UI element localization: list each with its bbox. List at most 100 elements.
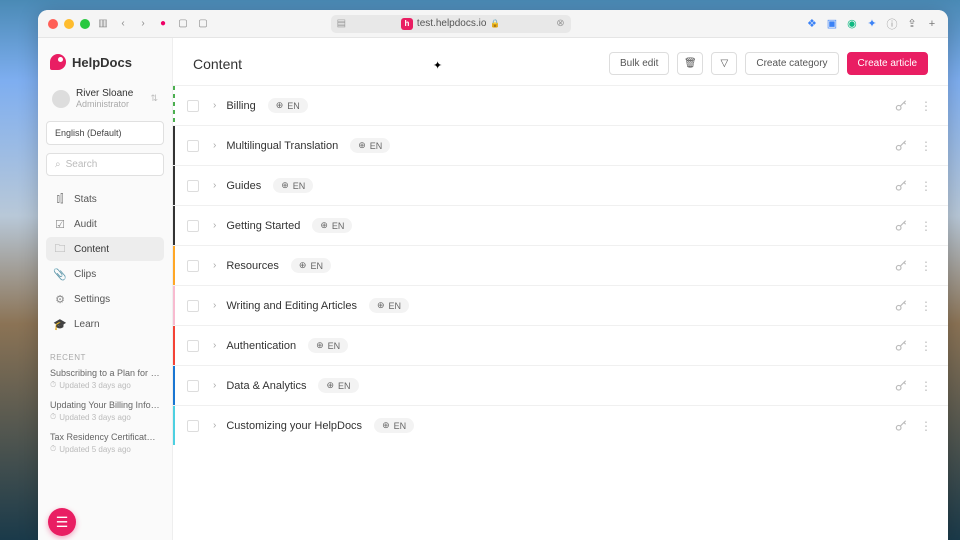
- brand-logo[interactable]: HelpDocs: [38, 46, 172, 84]
- row-checkbox[interactable]: [187, 140, 199, 152]
- category-row[interactable]: › Getting Started ⊕EN ⋮: [173, 205, 948, 245]
- minimize-window-icon[interactable]: [64, 19, 74, 29]
- more-menu-icon[interactable]: ⋮: [920, 299, 932, 313]
- sidebar-toggle-icon[interactable]: ▥: [96, 17, 110, 31]
- bulk-edit-button[interactable]: Bulk edit: [609, 52, 669, 75]
- recent-section: RECENT Subscribing to a Plan for the … ⏱…: [38, 353, 172, 464]
- expand-chevron-icon[interactable]: ›: [213, 180, 216, 191]
- tab-icon[interactable]: ▢: [196, 17, 210, 31]
- ext-icon[interactable]: ◉: [846, 18, 858, 30]
- language-badge[interactable]: ⊕EN: [350, 138, 390, 153]
- create-category-button[interactable]: Create category: [745, 52, 838, 75]
- recent-item[interactable]: Updating Your Billing Informa… ⏱Updated …: [50, 400, 160, 422]
- forward-icon[interactable]: ›: [136, 17, 150, 31]
- more-menu-icon[interactable]: ⋮: [920, 379, 932, 393]
- permissions-icon[interactable]: [894, 299, 908, 313]
- share-icon[interactable]: ⇪: [906, 18, 918, 30]
- permissions-icon[interactable]: [894, 259, 908, 273]
- expand-chevron-icon[interactable]: ›: [213, 340, 216, 351]
- permissions-icon[interactable]: [894, 339, 908, 353]
- row-checkbox[interactable]: [187, 420, 199, 432]
- row-checkbox[interactable]: [187, 260, 199, 272]
- language-badge[interactable]: ⊕EN: [291, 258, 331, 273]
- category-row[interactable]: › Billing ⊕EN ⋮: [173, 85, 948, 125]
- nav-clips[interactable]: 📎Clips: [46, 262, 164, 286]
- nav-content[interactable]: 🗀Content: [46, 237, 164, 261]
- permissions-icon[interactable]: [894, 179, 908, 193]
- recent-meta: ⏱Updated 3 days ago: [50, 412, 160, 422]
- address-bar[interactable]: ▤ h test.helpdocs.io 🔒 ⊗: [331, 15, 571, 33]
- permissions-icon[interactable]: [894, 139, 908, 153]
- expand-chevron-icon[interactable]: ›: [213, 380, 216, 391]
- main-panel: Content Bulk edit 🗑 ▽ Create category Cr…: [173, 38, 948, 540]
- expand-chevron-icon[interactable]: ›: [213, 260, 216, 271]
- more-menu-icon[interactable]: ⋮: [920, 419, 932, 433]
- language-badge[interactable]: ⊕EN: [273, 178, 313, 193]
- clips-icon: 📎: [54, 268, 66, 280]
- new-tab-icon[interactable]: +: [926, 18, 938, 30]
- row-checkbox[interactable]: [187, 380, 199, 392]
- more-menu-icon[interactable]: ⋮: [920, 179, 932, 193]
- search-input[interactable]: ⌕ Search: [46, 153, 164, 176]
- stop-reload-icon[interactable]: ⊗: [556, 18, 564, 29]
- recent-item[interactable]: Subscribing to a Plan for the … ⏱Updated…: [50, 368, 160, 390]
- category-row[interactable]: › Resources ⊕EN ⋮: [173, 245, 948, 285]
- category-row[interactable]: › Multilingual Translation ⊕EN ⋮: [173, 125, 948, 165]
- recent-title: Updating Your Billing Informa…: [50, 400, 160, 410]
- recent-meta: ⏱Updated 3 days ago: [50, 380, 160, 390]
- more-menu-icon[interactable]: ⋮: [920, 99, 932, 113]
- help-beacon-button[interactable]: ☰: [48, 508, 76, 536]
- more-menu-icon[interactable]: ⋮: [920, 219, 932, 233]
- language-badge[interactable]: ⊕EN: [374, 418, 414, 433]
- close-window-icon[interactable]: [48, 19, 58, 29]
- row-checkbox[interactable]: [187, 100, 199, 112]
- tab-icon[interactable]: ▢: [176, 17, 190, 31]
- more-menu-icon[interactable]: ⋮: [920, 259, 932, 273]
- category-row[interactable]: › Guides ⊕EN ⋮: [173, 165, 948, 205]
- ext-icon[interactable]: ⓘ: [886, 18, 898, 30]
- ext-icon[interactable]: ▣: [826, 18, 838, 30]
- recent-item[interactable]: Tax Residency Certificates a… ⏱Updated 5…: [50, 432, 160, 454]
- maximize-window-icon[interactable]: [80, 19, 90, 29]
- row-checkbox[interactable]: [187, 300, 199, 312]
- category-list: › Billing ⊕EN ⋮ › Multilingual Translati…: [173, 85, 948, 540]
- expand-chevron-icon[interactable]: ›: [213, 300, 216, 311]
- language-badge[interactable]: ⊕EN: [308, 338, 348, 353]
- more-menu-icon[interactable]: ⋮: [920, 139, 932, 153]
- nav-stats[interactable]: ⫾⫿Stats: [46, 187, 164, 211]
- ext-icon[interactable]: ✦: [866, 18, 878, 30]
- expand-chevron-icon[interactable]: ›: [213, 420, 216, 431]
- category-row[interactable]: › Authentication ⊕EN ⋮: [173, 325, 948, 365]
- nav-settings[interactable]: ⚙Settings: [46, 287, 164, 311]
- language-badge[interactable]: ⊕EN: [318, 378, 358, 393]
- row-checkbox[interactable]: [187, 220, 199, 232]
- category-row[interactable]: › Writing and Editing Articles ⊕EN ⋮: [173, 285, 948, 325]
- expand-chevron-icon[interactable]: ›: [213, 220, 216, 231]
- expand-chevron-icon[interactable]: ›: [213, 100, 216, 111]
- more-menu-icon[interactable]: ⋮: [920, 339, 932, 353]
- permissions-icon[interactable]: [894, 379, 908, 393]
- account-switcher[interactable]: River Sloane Administrator ⇅: [46, 84, 164, 113]
- language-badge[interactable]: ⊕EN: [268, 98, 308, 113]
- nav-learn[interactable]: 🎓Learn: [46, 312, 164, 336]
- language-selector[interactable]: English (Default): [46, 121, 164, 145]
- filter-button[interactable]: ▽: [711, 52, 737, 75]
- nav-audit[interactable]: ☑Audit: [46, 212, 164, 236]
- permissions-icon[interactable]: [894, 99, 908, 113]
- helpdocs-tab-icon[interactable]: ●: [156, 17, 170, 31]
- row-checkbox[interactable]: [187, 340, 199, 352]
- delete-button[interactable]: 🗑: [677, 52, 703, 75]
- create-article-button[interactable]: Create article: [847, 52, 928, 75]
- recent-title: Tax Residency Certificates a…: [50, 432, 160, 442]
- language-badge[interactable]: ⊕EN: [369, 298, 409, 313]
- back-icon[interactable]: ‹: [116, 17, 130, 31]
- category-row[interactable]: › Customizing your HelpDocs ⊕EN ⋮: [173, 405, 948, 445]
- ext-icon[interactable]: ❖: [806, 18, 818, 30]
- expand-chevron-icon[interactable]: ›: [213, 140, 216, 151]
- permissions-icon[interactable]: [894, 219, 908, 233]
- row-checkbox[interactable]: [187, 180, 199, 192]
- permissions-icon[interactable]: [894, 419, 908, 433]
- language-badge[interactable]: ⊕EN: [312, 218, 352, 233]
- category-title: Data & Analytics: [226, 380, 306, 392]
- category-row[interactable]: › Data & Analytics ⊕EN ⋮: [173, 365, 948, 405]
